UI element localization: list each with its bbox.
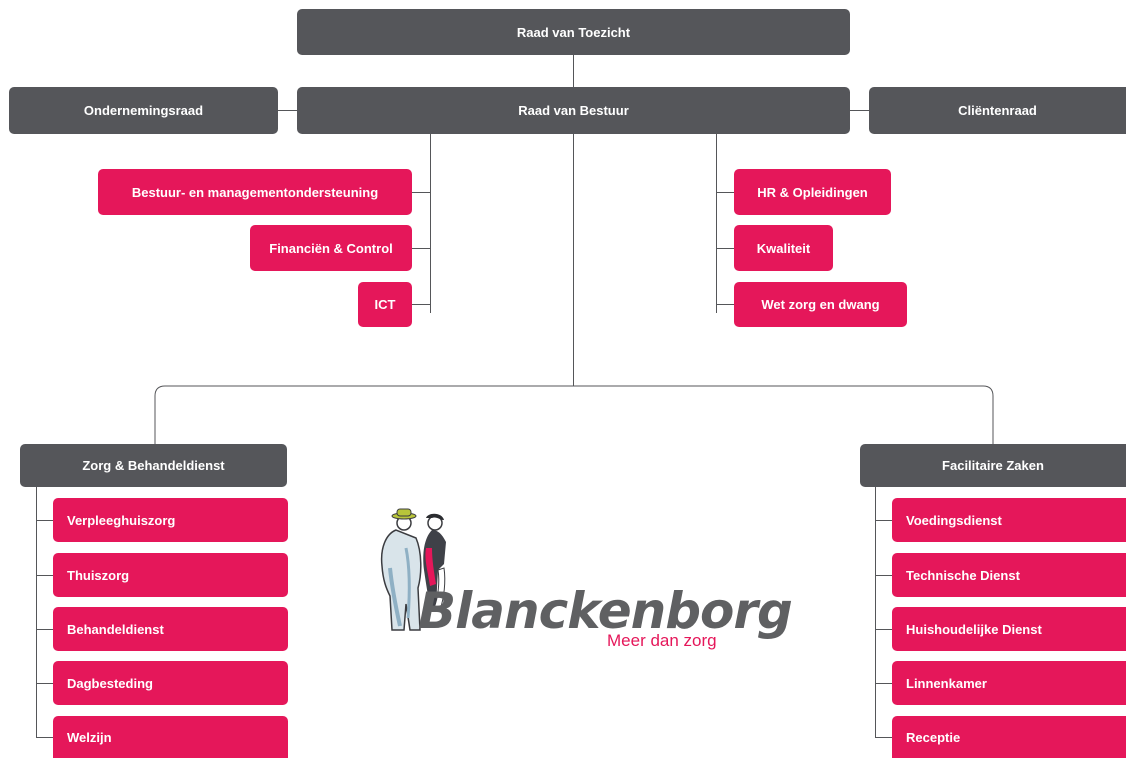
- connector-care-2: [36, 575, 53, 576]
- connector-facilities-4: [875, 683, 892, 684]
- node-facility-unit: Voedingsdienst: [892, 498, 1126, 542]
- connector-facilities-vertical: [875, 487, 876, 737]
- node-label: Raad van Toezicht: [516, 24, 631, 40]
- node-label: Financiën & Control: [269, 240, 393, 256]
- node-raad-van-bestuur: Raad van Bestuur: [297, 87, 850, 134]
- node-label: ICT: [374, 297, 396, 312]
- connector-facilities-1: [875, 520, 892, 521]
- node-label: Facilitaire Zaken: [942, 458, 1044, 473]
- node-raad-van-toezicht: Raad van Toezicht: [297, 9, 850, 55]
- node-label: Welzijn: [67, 729, 112, 745]
- node-label: Cliëntenraad: [958, 103, 1037, 118]
- node-label: Wet zorg en dwang: [761, 297, 880, 312]
- node-label: Raad van Bestuur: [518, 103, 629, 118]
- node-label: Bestuur- en managementondersteuning: [131, 184, 379, 200]
- node-care-unit: Behandeldienst: [53, 607, 288, 651]
- node-label: Technische Dienst: [906, 567, 1020, 583]
- node-care-unit: Verpleeghuiszorg: [53, 498, 288, 542]
- node-staff-ict: ICT: [358, 282, 412, 327]
- node-staff-kwaliteit: Kwaliteit: [734, 225, 833, 271]
- node-care-unit: Thuiszorg: [53, 553, 288, 597]
- node-staff-financien: Financiën & Control: [250, 225, 412, 271]
- node-staff-wzd: Wet zorg en dwang: [734, 282, 907, 327]
- node-label: Voedingsdienst: [906, 512, 1002, 528]
- node-care-unit: Dagbesteding: [53, 661, 288, 705]
- connector-care-4: [36, 683, 53, 684]
- node-care-unit: Welzijn: [53, 716, 288, 758]
- node-facility-unit: Receptie: [892, 716, 1126, 758]
- node-label: Dagbesteding: [67, 675, 153, 691]
- logo-tagline: Meer dan zorg: [607, 631, 717, 650]
- node-label: Linnenkamer: [906, 675, 987, 691]
- node-label: Thuiszorg: [67, 567, 130, 583]
- blanckenborg-logo: Blanckenborg Meer dan zorg: [366, 508, 793, 658]
- connector-facilities-3: [875, 629, 892, 630]
- node-ondernemingsraad: Ondernemingsraad: [9, 87, 278, 134]
- node-facilitaire-zaken: Facilitaire Zaken: [860, 444, 1126, 487]
- node-facility-unit: Technische Dienst: [892, 553, 1126, 597]
- logo-wordmark: Blanckenborg: [418, 582, 793, 640]
- connector-care-1: [36, 520, 53, 521]
- node-label: Zorg & Behandeldienst: [82, 458, 225, 473]
- connector-care-5: [36, 737, 53, 738]
- node-label: Ondernemingsraad: [83, 103, 204, 118]
- node-staff-bestuursondersteuning: Bestuur- en managementondersteuning: [98, 169, 412, 215]
- connector-care-vertical: [36, 487, 37, 737]
- connector-care-3: [36, 629, 53, 630]
- connector-facilities-5: [875, 737, 892, 738]
- node-zorg-behandeldienst: Zorg & Behandeldienst: [20, 444, 287, 487]
- node-facility-unit: Linnenkamer: [892, 661, 1126, 705]
- node-label: Behandeldienst: [67, 621, 164, 637]
- node-label: HR & Opleidingen: [757, 184, 868, 200]
- connector-facilities-2: [875, 575, 892, 576]
- node-label: Verpleeghuiszorg: [67, 512, 176, 528]
- node-label: Kwaliteit: [756, 240, 811, 256]
- node-clientenraad: Cliëntenraad: [869, 87, 1126, 134]
- node-facility-unit: Huishoudelijke Dienst: [892, 607, 1126, 651]
- node-label: Huishoudelijke Dienst: [906, 621, 1042, 637]
- node-label: Receptie: [906, 729, 961, 745]
- node-staff-hr: HR & Opleidingen: [734, 169, 891, 215]
